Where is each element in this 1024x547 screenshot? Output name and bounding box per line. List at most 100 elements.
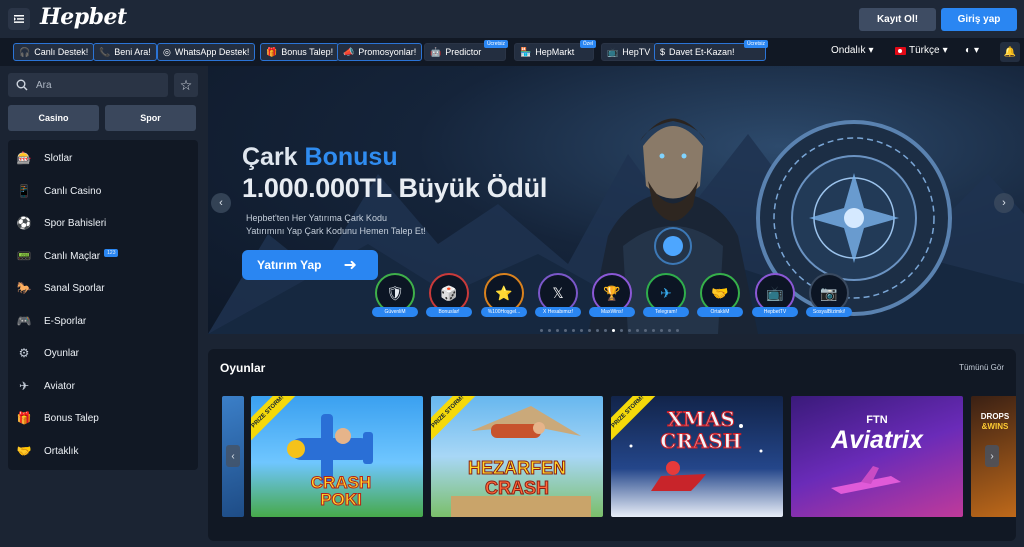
- subnav-bonus-request[interactable]: 🎁 Bonus Talep!: [260, 43, 340, 61]
- games-prev-button[interactable]: ‹: [226, 445, 240, 467]
- game-title-line1: DROPS: [980, 412, 1010, 421]
- top-bar: Hepbet Kayıt Ol! Giriş yap: [0, 0, 1024, 38]
- sidebar-item-canli-maclar[interactable]: 📟 Canlı Maçlar 123: [16, 243, 119, 269]
- menu-toggle-button[interactable]: [8, 8, 30, 30]
- carousel-dot[interactable]: [580, 329, 583, 332]
- sidebar-item-ortaklik[interactable]: 🤝 Ortaklık: [16, 438, 79, 464]
- quicklink-label: GüvenliM: [372, 307, 418, 317]
- handshake-icon: 🤝: [711, 284, 729, 301]
- see-all-link[interactable]: Tümünü Gör: [959, 363, 1004, 372]
- game-title-line1: HEZARFEN: [468, 458, 567, 479]
- register-button[interactable]: Kayıt Ol!: [859, 8, 936, 31]
- deposit-button[interactable]: Yatırım Yap ➜: [242, 250, 378, 280]
- x-logo-icon: 𝕏: [552, 284, 564, 301]
- language-dropdown[interactable]: Türkçe ▾: [895, 45, 948, 56]
- subnav-label: Canlı Destek!: [34, 47, 89, 57]
- carousel-dot[interactable]: [644, 329, 647, 332]
- sidebar-item-oyunlar[interactable]: ⚙ Oyunlar: [16, 340, 79, 366]
- game-title-line2: &WINS: [981, 422, 1009, 431]
- sidebar-item-bonus-talep[interactable]: 🎁 Bonus Talep: [16, 405, 99, 431]
- bell-icon: 🔔: [1003, 46, 1017, 58]
- search-field[interactable]: [8, 73, 168, 97]
- carousel-dot[interactable]: [620, 329, 623, 332]
- dice-icon: 🎲: [440, 284, 458, 301]
- subnav-invite-earn[interactable]: $ Davet Et-Kazan! Ücretsiz: [654, 40, 768, 61]
- telegram-icon: ✈: [660, 284, 672, 301]
- game-card-crash-poki[interactable]: PRIZE STORM! CRASH POKI: [251, 396, 423, 517]
- odds-format-dropdown[interactable]: Ondalık ▾: [831, 45, 874, 56]
- sidebar-item-canli-casino[interactable]: 📱 Canlı Casino: [16, 178, 102, 204]
- carousel-dot[interactable]: [660, 329, 663, 332]
- game-card-xmas-crash[interactable]: PRIZE STORM! XMAS CRASH: [611, 396, 783, 517]
- games-next-button[interactable]: ›: [985, 445, 999, 467]
- notifications-button[interactable]: 🔔: [1000, 42, 1020, 62]
- tab-spor[interactable]: Spor: [105, 105, 196, 131]
- hero-title-accent: Bonusu: [304, 143, 398, 171]
- hero-next-button[interactable]: ›: [994, 193, 1014, 213]
- sidebar-item-e-sporlar[interactable]: 🎮 E-Sporlar: [16, 308, 87, 334]
- sidebar-item-sanal-sporlar[interactable]: 🐎 Sanal Sporlar: [16, 275, 105, 301]
- carousel-dot[interactable]: [652, 329, 655, 332]
- carousel-dot[interactable]: [612, 329, 615, 332]
- bonus-icon: 🎁: [16, 411, 32, 425]
- quicklink-label: HepbetTV: [752, 307, 798, 317]
- tab-casino[interactable]: Casino: [8, 105, 99, 131]
- carousel-dots[interactable]: [540, 329, 679, 332]
- game-title: CRASH POKI: [271, 473, 411, 509]
- carousel-dot[interactable]: [628, 329, 631, 332]
- carousel-dot[interactable]: [668, 329, 671, 332]
- sidebar-item-aviator[interactable]: ✈ Aviator: [16, 373, 75, 399]
- sidebar-item-label: E-Sporlar: [44, 315, 87, 327]
- game-card-aviatrix[interactable]: FTN Aviatrix: [791, 396, 963, 517]
- hero-subtitle-line2: Yatırımını Yap Çark Kodunu Hemen Talep E…: [246, 226, 426, 236]
- chevron-right-icon: ›: [1002, 197, 1006, 209]
- football-icon: ⚽: [16, 216, 32, 230]
- carousel-dot[interactable]: [636, 329, 639, 332]
- theme-toggle[interactable]: ◐ ▾: [965, 45, 979, 56]
- games-section-title: Oyunlar: [220, 361, 266, 375]
- hero-headline: 1.000.000TL Büyük Ödül: [242, 173, 548, 203]
- carousel-dot[interactable]: [548, 329, 551, 332]
- social-icon: 📷: [820, 284, 838, 301]
- subnav-whatsapp[interactable]: ◎ WhatsApp Destek!: [157, 43, 256, 61]
- subnav-promotions[interactable]: 📣 Promosyonlar!: [337, 43, 423, 61]
- hero-prev-button[interactable]: ‹: [211, 193, 231, 213]
- carousel-dot[interactable]: [596, 329, 599, 332]
- tv-icon: 📺: [766, 284, 784, 301]
- carousel-dot[interactable]: [676, 329, 679, 332]
- chevron-left-icon: ‹: [231, 450, 235, 462]
- hero-banner[interactable]: Çark Bonusu 1.000.000TL Büyük Ödül Hepbe…: [208, 66, 1024, 334]
- game-title-line2: CRASH: [484, 478, 549, 499]
- carousel-dot[interactable]: [564, 329, 567, 332]
- carousel-dot[interactable]: [556, 329, 559, 332]
- game-title-line1: XMAS: [667, 407, 736, 431]
- game-title-line1: CRASH: [310, 473, 372, 492]
- subnav-call-me[interactable]: 📞 Beni Ara!: [93, 43, 157, 61]
- sidebar-item-spor-bahisleri[interactable]: ⚽ Spor Bahisleri: [16, 210, 107, 236]
- gamepad-icon: 🎮: [16, 314, 32, 328]
- login-button[interactable]: Giriş yap: [941, 8, 1017, 31]
- favorites-button[interactable]: ☆: [174, 73, 198, 97]
- game-title-line2: Aviatrix: [831, 426, 923, 454]
- search-input[interactable]: [36, 79, 156, 91]
- airplane-icon: ✈: [18, 379, 30, 393]
- carousel-dot[interactable]: [540, 329, 543, 332]
- game-card-hezarfen-crash[interactable]: PRIZE STORM! HEZARFEN CRASH: [431, 396, 603, 517]
- carousel-dot[interactable]: [604, 329, 607, 332]
- tv-icon: 📺: [607, 46, 619, 57]
- subnav-hepmarkt[interactable]: 🏪 HepMarkt Özel: [514, 40, 596, 61]
- chevron-down-icon: ▾: [942, 45, 948, 56]
- subnav-live-support[interactable]: 🎧 Canlı Destek!: [13, 43, 95, 61]
- subnav-predictor[interactable]: 🤖 Predictor Ücretsiz: [424, 40, 508, 61]
- free-badge: Ücretsiz: [743, 40, 768, 48]
- quicklink-label: Bonuslar!: [426, 307, 472, 317]
- carousel-dot[interactable]: [572, 329, 575, 332]
- subnav-label: WhatsApp Destek!: [174, 47, 250, 57]
- search-icon: [16, 79, 28, 91]
- sidebar-item-slotlar[interactable]: 🎰 Slotlar: [16, 145, 73, 171]
- subnav-heptv[interactable]: 📺 HepTV: [601, 43, 657, 61]
- sidebar-item-label: Bonus Talep: [44, 412, 99, 424]
- live-count-badge: 123: [104, 249, 119, 257]
- site-logo[interactable]: Hepbet: [40, 4, 127, 30]
- carousel-dot[interactable]: [588, 329, 591, 332]
